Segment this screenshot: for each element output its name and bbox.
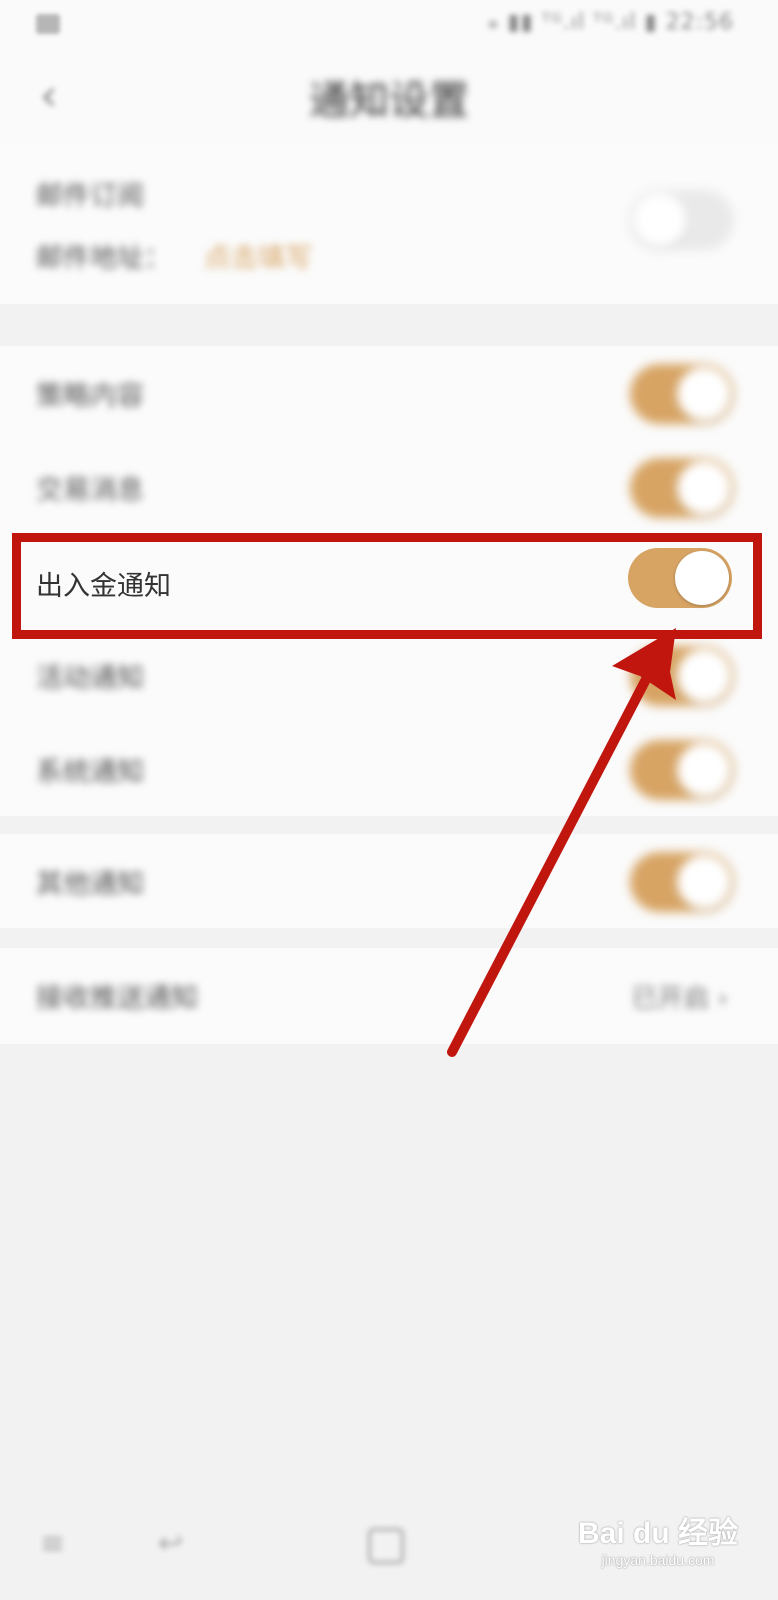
email-address-link[interactable]: 点击填写	[204, 236, 312, 275]
notification-label: 交易消息	[36, 475, 144, 506]
push-label: 接收推送通知	[36, 983, 198, 1014]
other-toggle[interactable]	[630, 852, 734, 912]
status-bar-indicators: ⁎ ▮▮ ᵀᴳ.ıl ᵀᴳ.ıl ▮ 22:56	[487, 10, 734, 35]
other-section: 其他通知	[0, 834, 778, 928]
activity-toggle[interactable]	[630, 646, 734, 706]
notification-row-activity[interactable]: 活动通知	[0, 628, 778, 722]
toggle-knob	[677, 461, 731, 515]
page-title: 通知设置	[309, 78, 469, 124]
notification-row-system[interactable]: 系统通知	[0, 722, 778, 816]
notification-label: 其他通知	[36, 869, 144, 900]
notification-icon	[36, 14, 60, 34]
notification-label: 策略内容	[36, 381, 144, 412]
notification-settings-screen: ⁎ ▮▮ ᵀᴳ.ıl ᵀᴳ.ıl ▮ 22:56 ‹ 通知设置 邮件订阅 邮件地…	[0, 0, 778, 1600]
notification-row-other[interactable]: 其他通知	[0, 834, 778, 928]
toggle-knob	[677, 855, 731, 909]
system-toggle[interactable]	[630, 740, 734, 800]
highlight-box	[12, 533, 762, 639]
push-notification-row[interactable]: 接收推送通知 已开启 ›	[0, 948, 778, 1042]
notification-label: 活动通知	[36, 663, 144, 694]
trade-toggle[interactable]	[630, 458, 734, 518]
email-section: 邮件订阅 邮件地址： 点击填写	[0, 144, 778, 304]
menu-icon[interactable]: ≡	[40, 1526, 65, 1561]
email-subscribe-toggle[interactable]	[630, 190, 734, 250]
email-subscribe-label: 邮件订阅	[36, 181, 144, 212]
push-status: 已开启 ›	[631, 984, 728, 1014]
toggle-knob	[633, 193, 687, 247]
email-address-label: 邮件地址：	[36, 243, 171, 274]
watermark-main: Bai du 经验	[577, 1517, 738, 1550]
toggle-knob	[677, 743, 731, 797]
baidu-jingyan-watermark: Bai du 经验 jingyan.baidu.com	[578, 1508, 738, 1568]
toggle-knob	[677, 367, 731, 421]
back-icon[interactable]: ↩	[158, 1526, 183, 1561]
status-bar: ⁎ ▮▮ ᵀᴳ.ıl ᵀᴳ.ıl ▮ 22:56	[0, 0, 778, 48]
notification-row-strategy[interactable]: 策略内容	[0, 346, 778, 440]
strategy-toggle[interactable]	[630, 364, 734, 424]
watermark-sub: jingyan.baidu.com	[601, 1552, 715, 1568]
header: ‹ 通知设置	[0, 48, 778, 144]
notification-row-trade[interactable]: 交易消息	[0, 440, 778, 534]
toggle-knob	[677, 649, 731, 703]
notification-label: 系统通知	[36, 757, 144, 788]
home-icon[interactable]	[368, 1528, 404, 1564]
push-section: 接收推送通知 已开启 ›	[0, 948, 778, 1044]
